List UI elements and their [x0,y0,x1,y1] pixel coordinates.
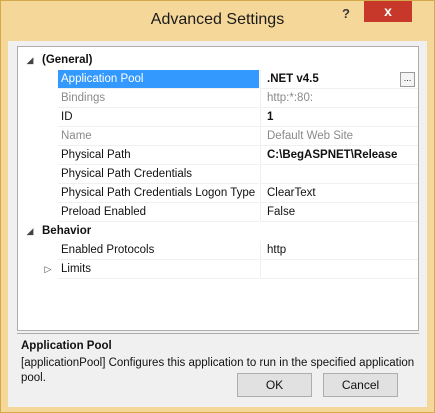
expand-arrow-icon[interactable]: ▷ [42,260,54,279]
property-row-physical-path[interactable]: Physical Path C:\BegASPNET\Release [18,146,418,165]
browse-ellipsis-button[interactable]: ... [400,72,415,87]
property-row-preload-enabled[interactable]: Preload Enabled False [18,203,418,222]
property-value: Default Web Site [260,127,418,146]
property-name: Physical Path Credentials Logon Type [58,184,259,203]
property-row-physical-path-credentials[interactable]: Physical Path Credentials [18,165,418,184]
property-name: Name [58,127,259,146]
category-general[interactable]: ◢ (General) [18,51,418,70]
property-value[interactable]: ClearText [260,184,418,203]
property-name: Application Pool [58,70,259,89]
category-label: Behavior [42,225,92,237]
property-name: Enabled Protocols [58,241,259,260]
property-value[interactable]: False [260,203,418,222]
ok-button[interactable]: OK [237,373,312,397]
property-row-enabled-protocols[interactable]: Enabled Protocols http [18,241,418,260]
property-row-application-pool[interactable]: Application Pool .NET v4.5 ... [18,70,418,89]
property-value[interactable]: http [260,241,418,260]
collapse-arrow-icon[interactable]: ◢ [24,51,36,70]
property-value [260,260,418,279]
property-name: Preload Enabled [58,203,259,222]
dialog-client-area: ◢ (General) Application Pool .NET v4.5 .… [8,41,427,407]
property-row-id[interactable]: ID 1 [18,108,418,127]
property-value[interactable]: 1 [260,108,418,127]
cancel-button[interactable]: Cancel [323,373,398,397]
collapse-arrow-icon[interactable]: ◢ [24,222,36,241]
property-grid[interactable]: ◢ (General) Application Pool .NET v4.5 .… [17,46,419,331]
advanced-settings-dialog: Advanced Settings ? x ◢ (General) Applic… [0,0,435,413]
property-name: ID [58,108,259,127]
property-value: http:*:80: [260,89,418,108]
property-name: Limits [58,260,259,279]
category-label: (General) [42,54,93,66]
property-row-limits[interactable]: ▷ Limits [18,260,418,279]
property-grid-rows: ◢ (General) Application Pool .NET v4.5 .… [18,51,418,279]
property-row-name[interactable]: Name Default Web Site [18,127,418,146]
category-behavior[interactable]: ◢ Behavior [18,222,418,241]
description-title: Application Pool [21,340,112,352]
property-name: Physical Path Credentials [58,165,259,184]
property-name: Bindings [58,89,259,108]
help-button[interactable]: ? [328,3,364,23]
property-value[interactable]: .NET v4.5 [260,70,418,89]
property-row-bindings[interactable]: Bindings http:*:80: [18,89,418,108]
title-bar[interactable]: Advanced Settings ? x [1,1,434,41]
property-row-logon-type[interactable]: Physical Path Credentials Logon Type Cle… [18,184,418,203]
property-name: Physical Path [58,146,259,165]
close-button[interactable]: x [364,1,412,22]
property-value[interactable] [260,165,418,184]
property-value[interactable]: C:\BegASPNET\Release [260,146,418,165]
